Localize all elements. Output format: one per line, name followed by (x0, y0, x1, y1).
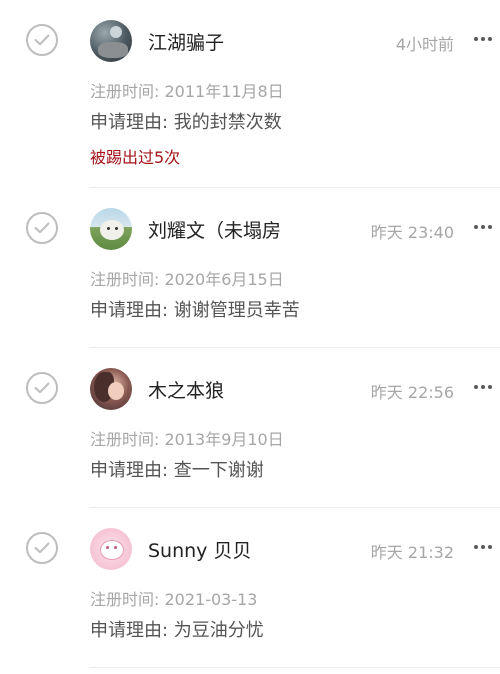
request-item: 木之本狼 昨天 22:56 注册时间: 2013年9月10日 申请理由: 查一下… (0, 348, 500, 508)
user-name[interactable]: 刘耀文（未塌房 (148, 216, 281, 243)
user-name[interactable]: Sunny 贝贝 (148, 536, 251, 563)
request-time: 昨天 22:56 (370, 383, 454, 402)
checkmark-icon (34, 222, 50, 234)
registration-date: 注册时间: 2013年9月10日 (90, 430, 284, 449)
check-circle-icon[interactable] (26, 212, 58, 244)
checkmark-icon (34, 34, 50, 46)
request-reason: 申请理由: 为豆油分忧 (90, 620, 264, 641)
request-reason: 申请理由: 谢谢管理员幸苦 (90, 300, 300, 321)
request-reason: 申请理由: 查一下谢谢 (90, 460, 264, 481)
kick-count-note: 被踢出过5次 (90, 148, 181, 167)
registration-date: 注册时间: 2020年6月15日 (90, 270, 284, 289)
divider (90, 667, 500, 668)
request-reason: 申请理由: 我的封禁次数 (90, 112, 282, 133)
avatar[interactable] (90, 208, 132, 250)
avatar[interactable] (90, 20, 132, 62)
check-circle-icon[interactable] (26, 24, 58, 56)
registration-date: 注册时间: 2021-03-13 (90, 590, 258, 609)
more-dots-icon[interactable] (472, 28, 494, 50)
checkmark-icon (34, 382, 50, 394)
join-request-list: 江湖骗子 4小时前 注册时间: 2011年11月8日 申请理由: 我的封禁次数 … (0, 0, 500, 668)
registration-date: 注册时间: 2011年11月8日 (90, 82, 284, 101)
check-circle-icon[interactable] (26, 532, 58, 564)
more-dots-icon[interactable] (472, 216, 494, 238)
request-item: Sunny 贝贝 昨天 21:32 注册时间: 2021-03-13 申请理由:… (0, 508, 500, 668)
more-dots-icon[interactable] (472, 536, 494, 558)
user-name[interactable]: 江湖骗子 (148, 28, 224, 55)
request-item: 江湖骗子 4小时前 注册时间: 2011年11月8日 申请理由: 我的封禁次数 … (0, 0, 500, 188)
request-time: 昨天 23:40 (370, 223, 454, 242)
user-name[interactable]: 木之本狼 (148, 376, 224, 403)
checkmark-icon (34, 542, 50, 554)
more-dots-icon[interactable] (472, 376, 494, 398)
avatar[interactable] (90, 528, 132, 570)
request-item: 刘耀文（未塌房 昨天 23:40 注册时间: 2020年6月15日 申请理由: … (0, 188, 500, 348)
request-time: 昨天 21:32 (370, 543, 454, 562)
check-circle-icon[interactable] (26, 372, 58, 404)
avatar[interactable] (90, 368, 132, 410)
request-time: 4小时前 (395, 35, 454, 54)
